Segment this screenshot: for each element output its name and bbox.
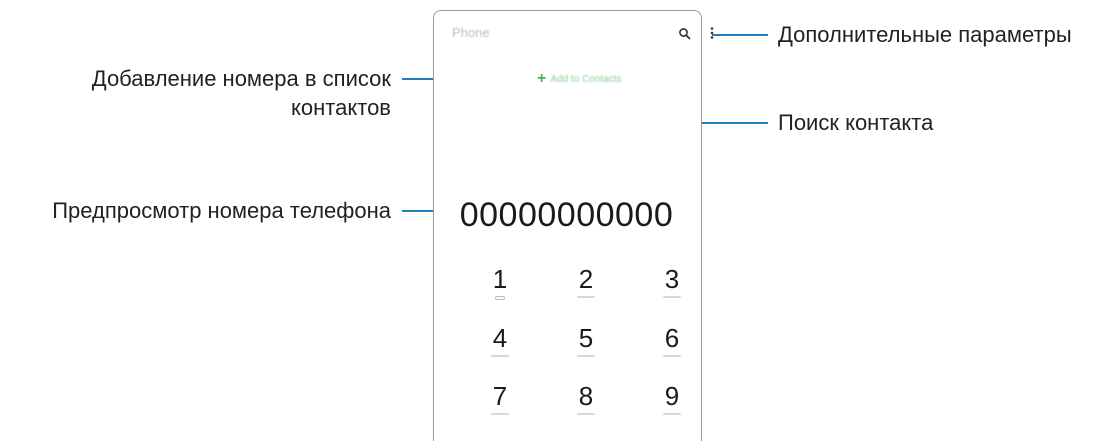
app-title: Phone bbox=[452, 25, 490, 40]
plus-icon: + bbox=[537, 70, 547, 87]
key-digit: 2 bbox=[578, 264, 594, 294]
key-3[interactable]: 3 bbox=[642, 264, 702, 298]
key-8[interactable]: 8 bbox=[556, 381, 616, 415]
more-options-icon[interactable] bbox=[710, 26, 714, 45]
voicemail-icon bbox=[495, 296, 505, 300]
add-to-contacts-label: Add to Contacts bbox=[550, 73, 622, 85]
key-6[interactable]: 6 bbox=[642, 323, 702, 357]
callout-add-to-contacts-line2: контактов bbox=[291, 95, 391, 120]
key-digit: 5 bbox=[578, 323, 594, 353]
number-preview: 00000000000 bbox=[459, 196, 674, 234]
key-4[interactable]: 4 bbox=[470, 323, 530, 357]
key-letters bbox=[577, 296, 595, 298]
add-to-contacts-button[interactable]: + Add to Contacts bbox=[537, 71, 622, 87]
search-icon[interactable] bbox=[678, 27, 691, 45]
key-letters bbox=[663, 413, 681, 415]
key-7[interactable]: 7 bbox=[470, 381, 530, 415]
callout-line-more-options bbox=[712, 34, 768, 36]
key-digit: 1 bbox=[492, 264, 508, 294]
key-2[interactable]: 2 bbox=[556, 264, 616, 298]
key-letters bbox=[663, 355, 681, 357]
key-5[interactable]: 5 bbox=[556, 323, 616, 357]
key-digit: 6 bbox=[664, 323, 680, 353]
key-digit: 8 bbox=[578, 381, 594, 411]
key-letters bbox=[577, 355, 595, 357]
key-letters bbox=[491, 355, 509, 357]
callout-search-contact: Поиск контакта bbox=[778, 110, 934, 135]
key-digit: 3 bbox=[664, 264, 680, 294]
key-digit: 7 bbox=[492, 381, 508, 411]
callout-more-options: Дополнительные параметры bbox=[778, 22, 1072, 47]
callout-number-preview: Предпросмотр номера телефона bbox=[52, 198, 391, 223]
key-digit: 9 bbox=[664, 381, 680, 411]
key-9[interactable]: 9 bbox=[642, 381, 702, 415]
key-letters bbox=[663, 296, 681, 298]
key-digit: 4 bbox=[492, 323, 508, 353]
key-1[interactable]: 1 bbox=[470, 264, 530, 300]
phone-screen: Phone + Add to Contacts 00000000000 1 2 … bbox=[433, 10, 714, 441]
key-letters bbox=[491, 413, 509, 415]
key-letters bbox=[577, 413, 595, 415]
callout-add-to-contacts-line1: Добавление номера в список bbox=[91, 66, 391, 91]
